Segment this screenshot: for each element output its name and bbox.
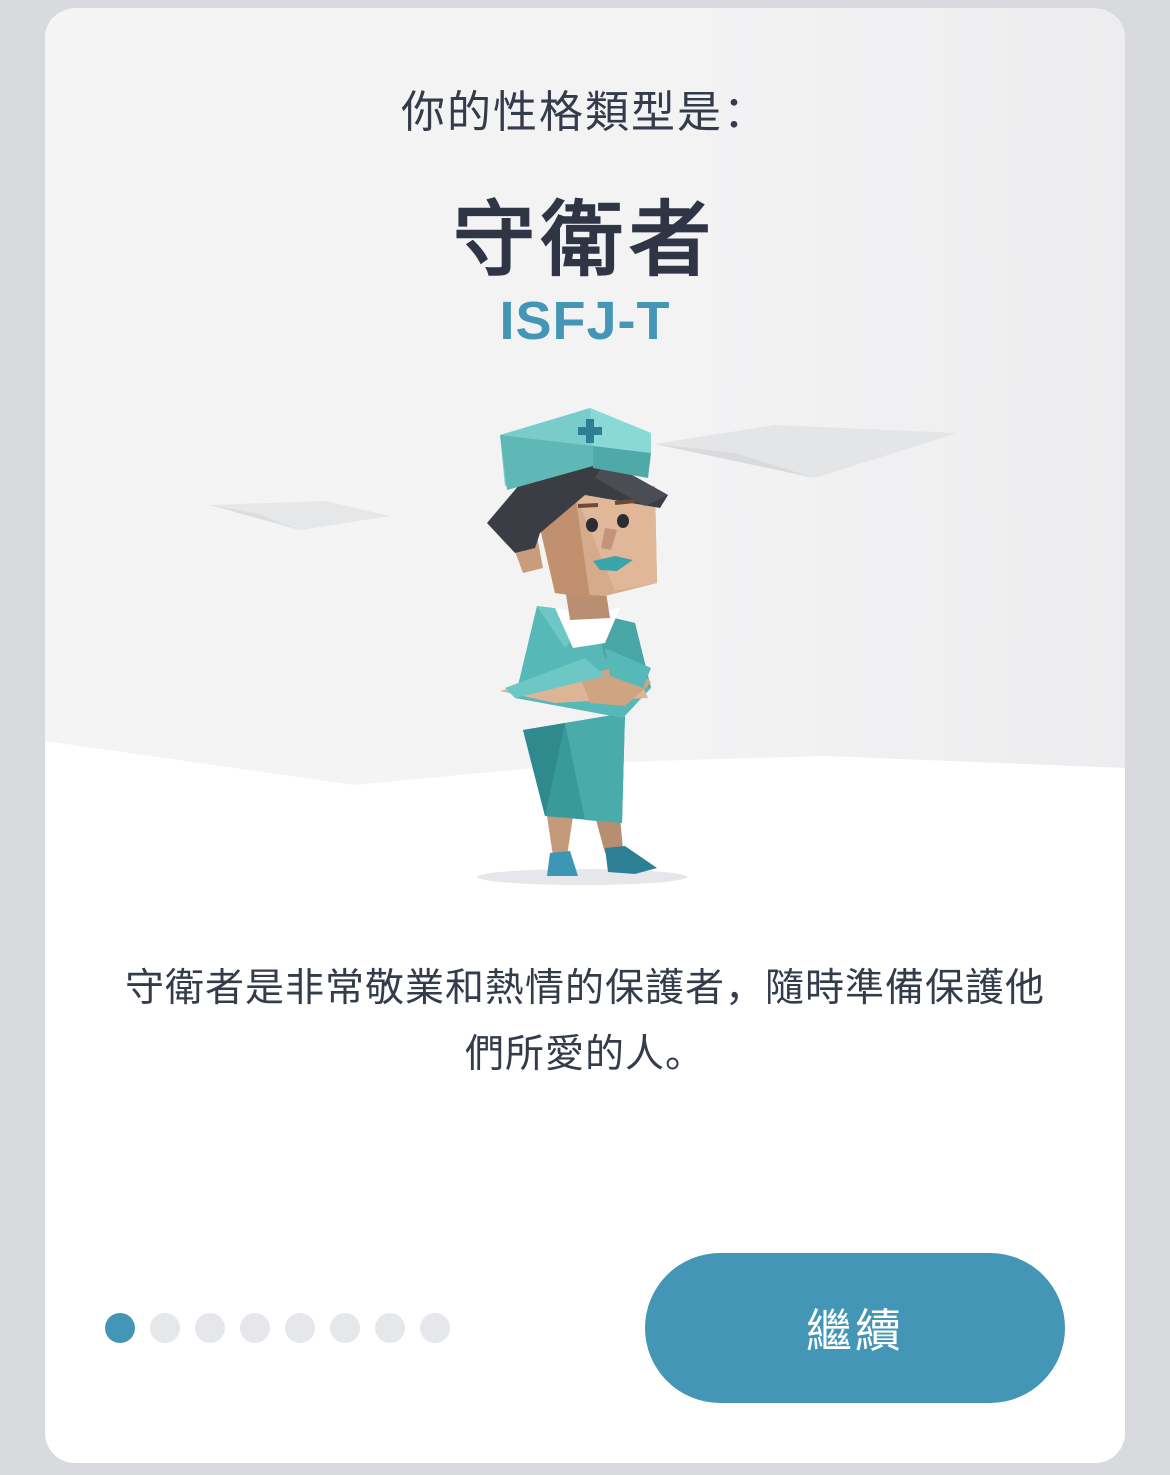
pagination-dot-2 xyxy=(150,1313,180,1343)
cloud-left xyxy=(210,501,390,530)
result-card: 你的性格類型是： 守衛者 ISFJ-T 守衛者是非常敬業和熱情的保護者，隨時準備… xyxy=(45,8,1125,1463)
nurse-character-illustration xyxy=(210,408,957,885)
pagination-dots xyxy=(105,1313,450,1343)
pagination-dot-8 xyxy=(420,1313,450,1343)
character-shadow xyxy=(477,869,687,885)
cloud-right xyxy=(655,425,957,478)
pagination-dot-7 xyxy=(375,1313,405,1343)
type-description: 守衛者是非常敬業和熱情的保護者，隨時準備保護他們所愛的人。 xyxy=(125,966,1046,1077)
pagination-dot-6 xyxy=(330,1313,360,1343)
continue-button[interactable]: 繼續 xyxy=(645,1253,1065,1403)
pagination-dot-4 xyxy=(240,1313,270,1343)
pagination-dot-1 xyxy=(105,1313,135,1343)
pagination-dot-3 xyxy=(195,1313,225,1343)
pagination-dot-5 xyxy=(285,1313,315,1343)
